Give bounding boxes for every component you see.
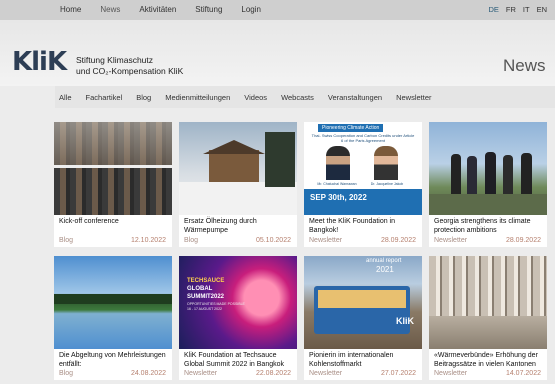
card-image-label: annual report	[366, 258, 402, 264]
card-date: 22.08.2022	[255, 370, 291, 377]
card-title: Kick-off conference	[59, 218, 119, 225]
lang-it[interactable]: IT	[523, 5, 530, 14]
filter-webcasts[interactable]: Webcasts	[281, 93, 314, 102]
card-date: 05.10.2022	[255, 237, 291, 244]
card-image: annual report 2021 KliK	[304, 256, 422, 349]
nav-aktivitaeten[interactable]: Aktivitäten	[139, 5, 176, 14]
filter-blog[interactable]: Blog	[136, 93, 151, 102]
news-card[interactable]: TECHSAUCE GLOBAL SUMMIT2022 OPPORTUNITIE…	[179, 256, 297, 380]
card-title: Die Abgeltung von Mehrleistungen entfäll…	[59, 352, 166, 368]
filter-medienmitteilungen[interactable]: Medienmitteilungen	[165, 93, 230, 102]
news-card[interactable]: Ersatz Ölheizung durch Wärmepumpe Blog 05…	[179, 122, 297, 247]
card-image-line1: TECHSAUCE	[187, 278, 225, 284]
card-image	[429, 256, 547, 349]
lang-de[interactable]: DE	[488, 5, 498, 14]
nav-home[interactable]: Home	[60, 5, 81, 14]
page-title: News	[503, 56, 546, 75]
card-category: Blog	[59, 370, 74, 377]
filter-newsletter[interactable]: Newsletter	[396, 93, 431, 102]
card-image-person2: Dr. Jacqueline Jakob	[370, 182, 404, 186]
card-title: Ersatz Ölheizung durch Wärmepumpe	[184, 218, 257, 234]
brand-subtitle-line2: und CO₂-Kompensation KliK	[76, 65, 184, 76]
nav-stiftung[interactable]: Stiftung	[195, 5, 222, 14]
card-image-logo: KliK	[396, 316, 414, 326]
card-category: Blog	[59, 237, 74, 244]
news-card[interactable]: «Wärmeverbünde» Erhöhung der Beitragssät…	[429, 256, 547, 380]
card-image-heading: Thai- Swiss Cooperation and Carbon Credi…	[311, 133, 415, 143]
card-title: Pionierin im internationalen Kohlenstoff…	[309, 352, 394, 368]
filter-veranstaltungen[interactable]: Veranstaltungen	[328, 93, 382, 102]
card-image	[429, 122, 547, 215]
filter-videos[interactable]: Videos	[244, 93, 267, 102]
card-image-line2: GLOBAL	[187, 286, 213, 292]
card-title: «Wärmeverbünde» Erhöhung der Beitragssät…	[434, 352, 538, 368]
card-category: Newsletter	[309, 237, 343, 244]
card-date: 12.10.2022	[130, 237, 166, 244]
brand-subtitle: Stiftung Klimaschutz und CO₂-Kompensatio…	[76, 55, 183, 76]
card-title: KliK Foundation at Techsauce Global Summ…	[184, 352, 284, 368]
card-image-person1: Mr. Chatuchai Wanrawan	[317, 182, 357, 186]
card-date: 27.07.2022	[380, 370, 416, 377]
language-switcher: DE FR IT EN	[488, 5, 547, 14]
card-date: 24.08.2022	[130, 370, 166, 377]
card-image: TECHSAUCE GLOBAL SUMMIT2022 OPPORTUNITIE…	[179, 256, 297, 349]
category-filter-bar: Alle Fachartikel Blog Medienmitteilungen…	[55, 86, 555, 108]
card-image	[179, 122, 297, 215]
card-category: Blog	[184, 237, 199, 244]
nav-news[interactable]: News	[100, 5, 120, 14]
card-image-year: 2021	[376, 265, 394, 274]
news-card[interactable]: Georgia strengthens its climate protecti…	[429, 122, 547, 247]
brand-subtitle-line1: Stiftung Klimaschutz	[76, 55, 154, 65]
filter-fachartikel[interactable]: Fachartikel	[86, 93, 123, 102]
card-title: Meet the KliK Foundation in Bangkok!	[309, 218, 395, 234]
nav-login[interactable]: Login	[241, 5, 261, 14]
card-image-line4: OPPORTUNITIES MADE POSSIBLE	[187, 302, 245, 306]
card-image-line3: SUMMIT2022	[187, 294, 225, 300]
card-title: Georgia strengthens its climate protecti…	[434, 218, 531, 234]
top-navigation: Home News Aktivitäten Stiftung Login DE …	[0, 0, 555, 20]
news-card[interactable]: Pioneering Climate Action Thai- Swiss Co…	[304, 122, 422, 247]
lang-fr[interactable]: FR	[506, 5, 516, 14]
news-card[interactable]: Die Abgeltung von Mehrleistungen entfäll…	[54, 256, 172, 380]
card-category: Newsletter	[309, 370, 343, 377]
card-date: 28.09.2022	[505, 237, 541, 244]
filter-alle[interactable]: Alle	[59, 93, 72, 102]
card-date: 28.09.2022	[380, 237, 416, 244]
klik-logo-mark: KliK	[12, 47, 69, 77]
card-category: Newsletter	[434, 370, 468, 377]
card-image	[54, 122, 172, 215]
card-category: Newsletter	[434, 237, 468, 244]
news-card[interactable]: Kick-off conference Blog 12.10.2022	[54, 122, 172, 247]
news-card[interactable]: annual report 2021 KliK Pionierin im int…	[304, 256, 422, 380]
card-image	[54, 256, 172, 349]
card-category: Newsletter	[184, 370, 218, 377]
card-image-line5: 16 - 17 AUGUST 2022	[187, 307, 222, 311]
card-image: Pioneering Climate Action Thai- Swiss Co…	[304, 122, 422, 215]
card-date: 14.07.2022	[505, 370, 541, 377]
svg-text:KliK: KliK	[12, 48, 68, 74]
lang-en[interactable]: EN	[537, 5, 547, 14]
card-image-banner: Pioneering Climate Action	[318, 124, 384, 132]
card-image-date: SEP 30th, 2022	[310, 193, 367, 202]
logo[interactable]: KliK	[12, 47, 70, 79]
